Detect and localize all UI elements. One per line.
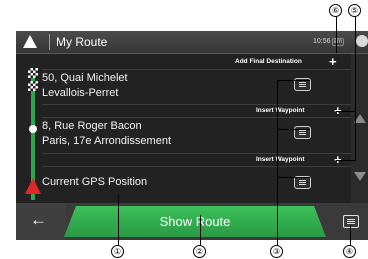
callout-leader — [277, 80, 278, 245]
callout-leader — [277, 177, 310, 178]
destination-line1: 50, Quai Michelet — [42, 72, 128, 84]
insert-waypoint-label: Insert Waypoint — [256, 156, 305, 163]
callout-4: ④ — [343, 245, 356, 258]
back-arrow-icon: ← — [30, 210, 47, 229]
callout-leader — [336, 111, 356, 112]
footer-bar: ← Show Route — [16, 203, 368, 240]
checkered-flag-icon — [28, 81, 38, 91]
start-line1: Current GPS Position — [42, 176, 148, 188]
scroll-down-icon[interactable] — [354, 172, 366, 181]
header-divider — [49, 34, 50, 50]
show-route-label: Show Route — [159, 214, 231, 229]
clock-ampm: am — [331, 38, 344, 46]
callout-leader — [277, 80, 310, 81]
page-title: My Route — [56, 35, 108, 49]
screen: My Route 10:56 am Add Final Destination +… — [16, 31, 368, 240]
scrollbar[interactable] — [351, 54, 368, 203]
waypoint-dot-icon — [29, 125, 37, 133]
callout-leader — [277, 129, 310, 130]
checkered-flag-icon — [28, 68, 38, 78]
destination-line2: Levallois-Perret — [42, 87, 119, 99]
callout-2: ② — [193, 245, 206, 258]
callout-leader — [118, 195, 119, 245]
callout-leader — [336, 160, 356, 161]
menu-icon[interactable] — [294, 126, 311, 139]
divider — [42, 104, 351, 105]
add-final-destination-button[interactable]: + — [329, 55, 337, 68]
waypoint-line2: Paris, 17e Arrondissement — [42, 135, 172, 147]
callout-leader — [336, 13, 337, 53]
waypoint-line1: 8, Rue Roger Bacon — [42, 120, 142, 132]
callout-6: ⑥ — [329, 4, 342, 17]
callout-1: ① — [111, 245, 124, 258]
back-button[interactable]: ← — [16, 203, 66, 240]
callout-leader — [200, 215, 201, 245]
show-route-button[interactable]: Show Route — [64, 206, 326, 237]
clock-time: 10:56 — [313, 38, 331, 45]
callout-leader — [350, 225, 351, 245]
gps-arrow-icon — [25, 178, 41, 194]
callout-5: ⑤ — [348, 4, 361, 17]
callout-leader — [355, 111, 356, 161]
add-final-destination-label: Add Final Destination — [235, 58, 302, 65]
clock: 10:56 am — [313, 38, 344, 46]
menu-icon[interactable] — [343, 215, 359, 228]
status-icon — [356, 35, 368, 47]
divider — [42, 153, 351, 154]
insert-waypoint-label: Insert Waypoint — [256, 107, 305, 114]
navigation-arrow-icon[interactable] — [23, 35, 37, 48]
callout-3: ③ — [270, 245, 283, 258]
header-bar: My Route 10:56 am — [16, 31, 368, 54]
